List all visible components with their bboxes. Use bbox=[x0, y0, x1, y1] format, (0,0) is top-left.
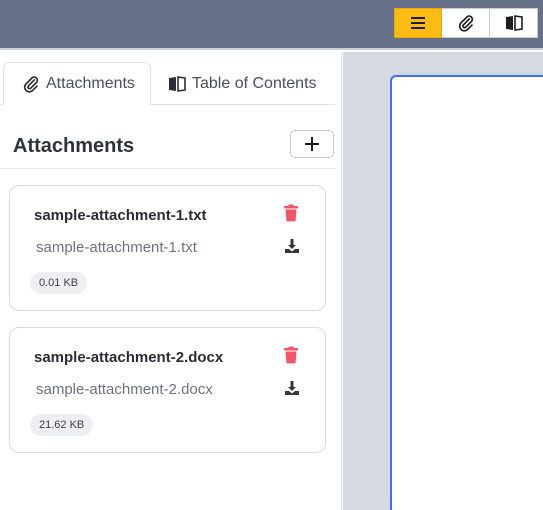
sidebar-panel: Attachments Table of Contents Attachment… bbox=[0, 52, 342, 510]
section-title: Attachments bbox=[13, 135, 135, 157]
tab-attachments-label: Attachments bbox=[46, 74, 135, 92]
paperclip-icon bbox=[458, 15, 473, 32]
menu-button[interactable] bbox=[394, 8, 442, 38]
delete-attachment-button[interactable] bbox=[283, 346, 299, 369]
attachment-title: sample-attachment-1.txt bbox=[34, 207, 207, 224]
trash-icon bbox=[284, 204, 298, 222]
top-toolbar bbox=[0, 0, 543, 50]
book-icon bbox=[169, 75, 186, 92]
delete-attachment-button[interactable] bbox=[283, 204, 299, 227]
book-icon bbox=[505, 15, 523, 31]
download-attachment-button[interactable] bbox=[284, 380, 300, 401]
document-viewer[interactable] bbox=[343, 52, 543, 510]
sidebar-tabs: Attachments Table of Contents bbox=[0, 62, 335, 105]
download-icon bbox=[285, 239, 299, 253]
tab-table-of-contents[interactable]: Table of Contents bbox=[168, 62, 317, 105]
attachment-title: sample-attachment-2.docx bbox=[34, 349, 224, 366]
download-attachment-button[interactable] bbox=[284, 238, 300, 259]
toolbar-button-group bbox=[394, 8, 538, 38]
attachment-filename: sample-attachment-2.docx bbox=[36, 381, 213, 398]
trash-icon bbox=[284, 346, 298, 364]
tab-table-of-contents-label: Table of Contents bbox=[192, 74, 317, 92]
add-attachment-button[interactable] bbox=[290, 130, 334, 158]
document-page[interactable] bbox=[390, 75, 543, 510]
attachment-card: sample-attachment-2.docx sample-attachme… bbox=[9, 327, 326, 453]
tab-attachments[interactable]: Attachments bbox=[3, 62, 151, 105]
file-size-badge: 0.01 KB bbox=[30, 272, 88, 294]
attachments-header: Attachments bbox=[0, 105, 335, 169]
file-size-badge: 21.62 KB bbox=[30, 414, 94, 436]
download-icon bbox=[285, 381, 299, 395]
menu-icon bbox=[411, 17, 425, 29]
attachments-toggle-button[interactable] bbox=[442, 8, 490, 38]
attachment-filename: sample-attachment-1.txt bbox=[36, 239, 197, 256]
table-of-contents-toggle-button[interactable] bbox=[490, 8, 538, 38]
plus-icon bbox=[305, 137, 319, 151]
paperclip-icon bbox=[23, 75, 39, 93]
attachment-card: sample-attachment-1.txt sample-attachmen… bbox=[9, 185, 326, 311]
